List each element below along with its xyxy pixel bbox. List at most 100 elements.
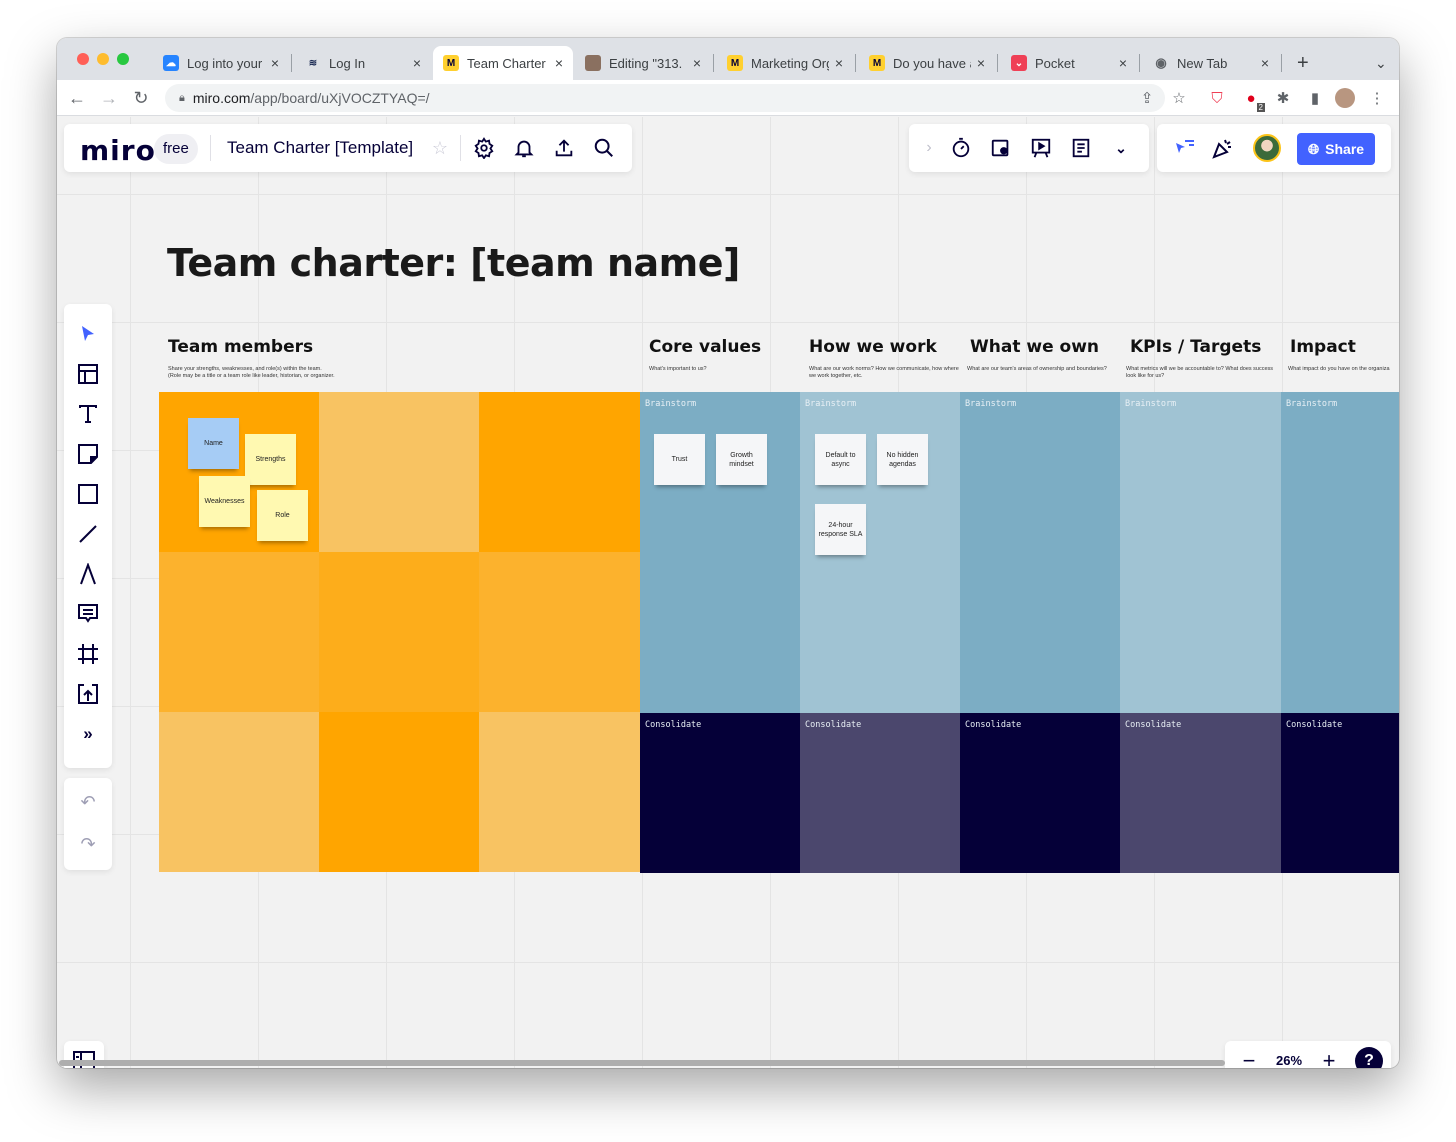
- tab-do-you-have[interactable]: M Do you have a ×: [859, 46, 995, 80]
- consolidate-area[interactable]: Consolidate: [640, 713, 800, 873]
- sticky-note[interactable]: Trust: [654, 434, 705, 485]
- sticky-note[interactable]: Growth mindset: [716, 434, 767, 485]
- team-member-cell[interactable]: [479, 712, 640, 872]
- brainstorm-area[interactable]: Brainstorm: [960, 392, 1120, 713]
- url-input[interactable]: 🔒︎ miro.com/app/board/uXjVOCZTYAQ=/: [165, 84, 1165, 112]
- share-button[interactable]: 🌐︎ Share: [1297, 133, 1375, 165]
- close-tab-icon[interactable]: ×: [1261, 55, 1269, 71]
- presentation-icon[interactable]: [1027, 134, 1055, 162]
- consolidate-area[interactable]: Consolidate: [1281, 713, 1399, 873]
- sticky-note[interactable]: Name: [188, 418, 239, 469]
- comment-icon[interactable]: [74, 600, 102, 628]
- templates-icon[interactable]: [74, 360, 102, 388]
- team-member-cell[interactable]: [159, 712, 319, 872]
- pen-draw-icon[interactable]: [74, 560, 102, 588]
- zoom-level[interactable]: 26%: [1271, 1053, 1307, 1068]
- shapes-rectangle-icon[interactable]: [74, 480, 102, 508]
- timer-icon[interactable]: [947, 134, 975, 162]
- tab-marketing-org[interactable]: M Marketing Org ×: [717, 46, 853, 80]
- column-description[interactable]: What are our work norms? How we communic…: [809, 366, 959, 380]
- extension-red-icon[interactable]: ● 2: [1241, 88, 1265, 112]
- tab-log-into-your[interactable]: ☁ Log into your ×: [153, 46, 289, 80]
- video-chat-icon[interactable]: [987, 134, 1015, 162]
- select-cursor-icon[interactable]: [74, 320, 102, 348]
- upload-export-icon[interactable]: [550, 134, 578, 162]
- column-heading[interactable]: How we work: [809, 337, 937, 357]
- charter-title[interactable]: Team charter: [team name]: [167, 241, 740, 285]
- consolidate-area[interactable]: Consolidate: [960, 713, 1120, 873]
- brainstorm-area[interactable]: Brainstorm: [1120, 392, 1281, 713]
- horizontal-scrollbar[interactable]: [59, 1060, 1225, 1066]
- sticky-note[interactable]: Default to async: [815, 434, 866, 485]
- column-heading[interactable]: Impact: [1290, 337, 1356, 357]
- tab-pocket[interactable]: ⌄ Pocket ×: [1001, 46, 1137, 80]
- redo-icon[interactable]: ↷: [74, 830, 102, 858]
- more-chevrons-down-icon[interactable]: ⌄: [1107, 134, 1135, 162]
- sticky-note[interactable]: Strengths: [245, 434, 296, 485]
- close-tab-icon[interactable]: ×: [413, 55, 421, 71]
- close-tab-icon[interactable]: ×: [271, 55, 279, 71]
- browser-menu-icon[interactable]: ⋮: [1367, 88, 1387, 108]
- tab-team-charter[interactable]: M Team Charter ×: [433, 46, 573, 80]
- team-member-cell[interactable]: [319, 392, 479, 552]
- team-member-cell[interactable]: [319, 552, 479, 712]
- column-description[interactable]: What's important to us?: [649, 366, 799, 373]
- tab-search-button[interactable]: ⌄: [1365, 46, 1395, 80]
- back-icon[interactable]: ←: [65, 86, 89, 110]
- column-description[interactable]: What impact do you have on the organiza: [1288, 366, 1399, 373]
- team-member-cell[interactable]: [159, 552, 319, 712]
- star-icon[interactable]: ☆: [426, 134, 454, 162]
- sticky-note[interactable]: Role: [257, 490, 308, 541]
- column-heading[interactable]: Core values: [649, 337, 761, 357]
- profile-avatar[interactable]: [1335, 88, 1355, 108]
- team-member-cell[interactable]: [479, 552, 640, 712]
- sticky-note-icon[interactable]: [74, 440, 102, 468]
- line-connector-icon[interactable]: [74, 520, 102, 548]
- team-members-heading[interactable]: Team members: [168, 337, 313, 357]
- reload-icon[interactable]: ↻: [129, 86, 153, 110]
- user-avatar[interactable]: [1253, 134, 1281, 162]
- brainstorm-area[interactable]: Brainstorm: [1281, 392, 1399, 713]
- close-tab-icon[interactable]: ×: [693, 55, 701, 71]
- side-panel-icon[interactable]: ▮: [1305, 88, 1325, 108]
- sticky-note[interactable]: 24-hour response SLA: [815, 504, 866, 555]
- plan-badge[interactable]: free: [154, 134, 198, 164]
- team-members-description[interactable]: Share your strengths, weaknesses, and ro…: [168, 366, 388, 380]
- column-description[interactable]: What are our team's areas of ownership a…: [967, 366, 1117, 373]
- pocket-extension-icon[interactable]: ⛉: [1207, 88, 1227, 108]
- zoom-in-icon[interactable]: +: [1315, 1047, 1343, 1068]
- sticky-note[interactable]: No hidden agendas: [877, 434, 928, 485]
- close-window-button[interactable]: [77, 53, 89, 65]
- more-tools-icon[interactable]: »: [74, 720, 102, 748]
- column-heading[interactable]: What we own: [970, 337, 1099, 357]
- settings-gear-icon[interactable]: [470, 134, 498, 162]
- tab-new-tab[interactable]: ◉ New Tab ×: [1143, 46, 1279, 80]
- consolidate-area[interactable]: Consolidate: [1120, 713, 1281, 873]
- bookmark-star-icon[interactable]: ☆: [1169, 88, 1189, 108]
- extensions-puzzle-icon[interactable]: ✱: [1273, 88, 1293, 108]
- column-heading[interactable]: KPIs / Targets: [1130, 337, 1261, 357]
- miro-logo[interactable]: miro: [80, 134, 156, 167]
- new-tab-button[interactable]: +: [1287, 46, 1317, 80]
- cursor-follow-icon[interactable]: [1171, 134, 1199, 162]
- tab-editing[interactable]: Editing "313. ×: [575, 46, 711, 80]
- column-description[interactable]: What metrics will we be accountable to? …: [1126, 366, 1276, 380]
- share-page-icon[interactable]: ⇪: [1137, 88, 1157, 108]
- close-tab-icon[interactable]: ×: [835, 55, 843, 71]
- close-tab-icon[interactable]: ×: [977, 55, 985, 71]
- close-tab-icon[interactable]: ×: [555, 55, 563, 71]
- maximize-window-button[interactable]: [117, 53, 129, 65]
- search-icon[interactable]: [590, 134, 618, 162]
- consolidate-area[interactable]: Consolidate: [800, 713, 960, 873]
- notes-document-icon[interactable]: [1067, 134, 1095, 162]
- sticky-note[interactable]: Weaknesses: [199, 476, 250, 527]
- expand-chevron-icon[interactable]: ›: [915, 134, 943, 162]
- board-title[interactable]: Team Charter [Template]: [227, 138, 413, 158]
- minimize-window-button[interactable]: [97, 53, 109, 65]
- forward-icon[interactable]: →: [97, 86, 121, 110]
- upload-icon[interactable]: [74, 680, 102, 708]
- zoom-out-icon[interactable]: −: [1235, 1047, 1263, 1068]
- help-button[interactable]: ?: [1355, 1047, 1383, 1068]
- team-member-cell[interactable]: [319, 712, 479, 872]
- text-tool-icon[interactable]: [74, 400, 102, 428]
